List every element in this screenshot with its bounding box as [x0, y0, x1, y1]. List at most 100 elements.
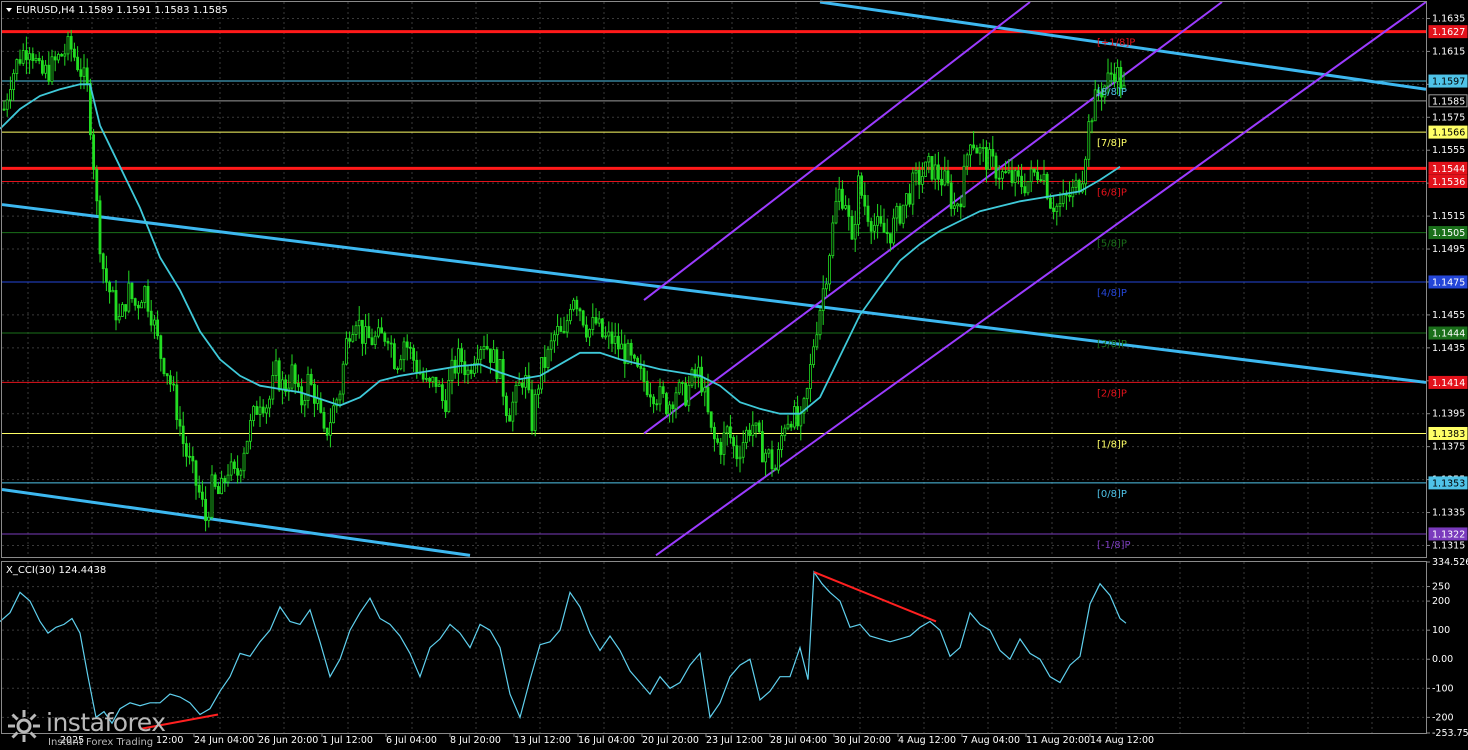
- cci-label: X_CCI(30) 124.4438: [6, 565, 106, 576]
- candle-body: [111, 290, 115, 293]
- candle-body: [24, 50, 28, 61]
- candle-body: [290, 364, 294, 389]
- candle-body: [937, 164, 940, 180]
- candle-body: [12, 73, 16, 90]
- watermark-name: instaforex: [46, 708, 166, 737]
- candle-body: [969, 144, 972, 156]
- candle-body: [578, 308, 582, 312]
- time-tick-label: 28 Jul 04:00: [770, 735, 827, 746]
- candle-body: [495, 349, 499, 380]
- candle-body: [719, 441, 723, 455]
- candle-body: [847, 205, 851, 217]
- candle-body: [1033, 168, 1036, 173]
- candle-body: [357, 319, 361, 327]
- candle-body: [431, 376, 435, 382]
- candle-body: [351, 334, 355, 342]
- murrey-label: [-1/8]P: [1097, 540, 1131, 551]
- candle-body: [156, 319, 160, 337]
- candle-body: [293, 364, 297, 384]
- candle-body: [242, 452, 246, 472]
- candle-body: [764, 452, 767, 463]
- candle-body: [1004, 171, 1007, 174]
- time-tick-label: 13 Jul 12:00: [514, 735, 571, 746]
- candle-body: [553, 334, 556, 342]
- candle-body: [140, 302, 144, 309]
- candle-body: [488, 348, 492, 363]
- price-badge-label: 1.1353: [1432, 478, 1465, 489]
- candle-body: [1049, 198, 1052, 209]
- price-badge-label: 1.1322: [1432, 529, 1465, 540]
- candle-body: [57, 54, 60, 61]
- candle-body: [450, 359, 454, 381]
- candle-body: [889, 233, 892, 244]
- candle-body: [204, 498, 208, 521]
- candle-body: [245, 440, 249, 454]
- candle-body: [943, 170, 947, 186]
- candle-body: [581, 310, 585, 326]
- candle-body: [757, 422, 761, 433]
- candle-body: [396, 368, 400, 370]
- time-axis: 24 Jun 04:00 26 Jun 20:00 1 Jul 12:00 6 Jul…: [60, 733, 1154, 746]
- candle-body: [588, 329, 591, 338]
- candle-body: [511, 401, 515, 422]
- candle-body: [389, 342, 393, 345]
- candle-body: [1058, 203, 1062, 207]
- candle-body: [380, 327, 384, 334]
- candle-body: [975, 147, 979, 154]
- candle-body: [255, 406, 259, 415]
- candle-body: [181, 425, 185, 445]
- chart-canvas[interactable]: [+1/8]P [8/8]P [7/8]P [6/8]P [5/8]P [4/8]P [3/…: [0, 0, 1468, 750]
- candle-body: [773, 468, 777, 471]
- candle-body: [892, 217, 895, 244]
- candle-body: [905, 193, 908, 206]
- candle-body: [60, 54, 63, 57]
- candle-body: [92, 134, 95, 170]
- candle-body: [15, 59, 19, 74]
- candle-body: [44, 64, 47, 74]
- candle-body: [47, 64, 51, 82]
- candle-body: [546, 348, 550, 368]
- candle-body: [399, 359, 403, 370]
- candle-body: [514, 385, 518, 403]
- price-tick-label: 1.1435: [1432, 343, 1465, 354]
- candle-body: [953, 205, 956, 209]
- candle-body: [693, 369, 697, 378]
- candle-body: [504, 395, 508, 416]
- time-tick-label: 11 Aug 20:00: [1026, 735, 1090, 746]
- murrey-label: [3/8]P: [1097, 339, 1127, 350]
- price-tick-label: 1.1575: [1432, 112, 1465, 123]
- murrey-label: [2/8]P: [1097, 388, 1127, 399]
- candle-body: [981, 147, 985, 149]
- candle-body: [543, 356, 547, 368]
- price-badge-label: 1.1414: [1432, 378, 1465, 389]
- candle-body: [1106, 72, 1110, 87]
- price-badge-label: 1.1597: [1432, 77, 1465, 88]
- time-tick-label: 8 Jul 20:00: [450, 735, 501, 746]
- candle-body: [783, 427, 787, 437]
- price-badge-label: 1.1544: [1432, 164, 1465, 175]
- candle-body: [927, 156, 931, 163]
- candle-body: [895, 205, 899, 219]
- candle-body: [533, 393, 537, 431]
- cci-tick-label: 100: [1432, 625, 1450, 636]
- murrey-label: [6/8]P: [1097, 188, 1127, 199]
- candle-body: [1017, 170, 1020, 177]
- time-tick-label: 20 Jul 20:00: [642, 735, 699, 746]
- candle-body: [108, 281, 111, 293]
- price-badge-label: 1.1383: [1432, 429, 1465, 440]
- candle-body: [239, 470, 243, 476]
- murrey-label: [8/8]P: [1097, 87, 1127, 98]
- candle-body: [805, 388, 809, 400]
- candle-body: [930, 156, 934, 180]
- candle-body: [658, 386, 662, 405]
- candle-body: [152, 319, 156, 326]
- price-tick-label: 1.1375: [1432, 442, 1465, 453]
- candle-body: [866, 205, 870, 222]
- candle-body: [1068, 194, 1071, 198]
- candle-body: [338, 393, 342, 401]
- candle-body: [354, 325, 358, 335]
- candle-body: [844, 205, 847, 209]
- candle-body: [530, 389, 534, 431]
- candle-body: [341, 363, 345, 395]
- candle-body: [79, 69, 83, 77]
